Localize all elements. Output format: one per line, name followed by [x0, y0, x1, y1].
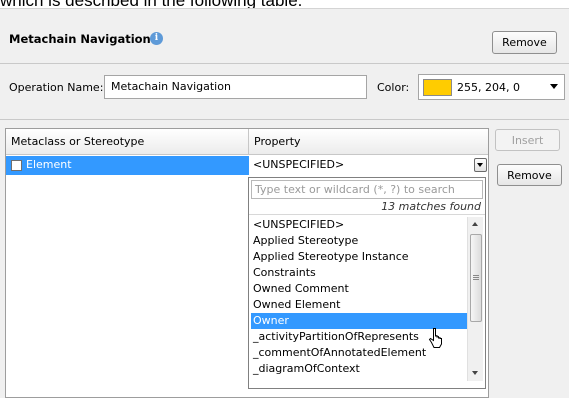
scrollbar-thumb[interactable] — [470, 234, 482, 322]
table-row[interactable]: Element <UNSPECIFIED> — [6, 156, 488, 175]
list-item[interactable]: Constraints — [251, 265, 467, 281]
property-search-input[interactable]: Type text or wildcard (*, ?) to search — [251, 180, 483, 199]
list-item[interactable]: _diagramOfContext — [251, 361, 467, 377]
remove-row-button[interactable]: Remove — [497, 164, 562, 186]
property-list: <UNSPECIFIED> Applied Stereotype Applied… — [251, 217, 485, 381]
list-item[interactable]: <UNSPECIFIED> — [251, 217, 467, 233]
metaclass-cell[interactable]: Element — [6, 156, 249, 175]
list-item[interactable]: Applied Stereotype — [251, 233, 467, 249]
list-item[interactable]: Owned Comment — [251, 281, 467, 297]
list-item[interactable]: Applied Stereotype Instance — [251, 249, 467, 265]
operation-name-label: Operation Name: — [9, 81, 104, 94]
property-dropdown-popup: Type text or wildcard (*, ?) to search 1… — [248, 177, 486, 389]
metaclass-cell-text: Element — [26, 158, 72, 171]
insert-button[interactable]: Insert — [495, 129, 560, 151]
column-header-metaclass[interactable]: Metaclass or Stereotype — [6, 129, 249, 155]
matches-count: 13 matches found — [249, 200, 485, 215]
color-value-text: 255, 204, 0 — [457, 81, 520, 94]
color-swatch — [423, 79, 452, 96]
element-checkbox[interactable] — [11, 160, 22, 171]
property-cell[interactable]: <UNSPECIFIED> — [249, 156, 488, 175]
property-dropdown-button[interactable] — [474, 158, 487, 172]
property-cell-text: <UNSPECIFIED> — [253, 158, 345, 171]
list-scrollbar[interactable] — [467, 217, 483, 381]
operation-name-input[interactable]: Metachain Navigation — [104, 75, 367, 99]
scroll-down-icon[interactable] — [472, 371, 478, 375]
column-header-property[interactable]: Property — [249, 129, 488, 155]
separator — [0, 119, 569, 120]
remove-operation-button[interactable]: Remove — [492, 31, 557, 54]
list-item[interactable]: Owned Element — [251, 297, 467, 313]
separator — [0, 63, 569, 64]
color-picker-combo[interactable]: 255, 204, 0 — [418, 74, 565, 100]
chevron-down-icon[interactable] — [550, 84, 558, 89]
scroll-up-icon[interactable] — [472, 222, 478, 226]
dialog-header: Metachain Navigation i — [0, 18, 569, 58]
info-icon[interactable]: i — [150, 32, 163, 45]
grip-icon — [473, 275, 479, 280]
mouse-pointer-icon — [428, 328, 442, 348]
metachain-navigation-dialog: Metachain Navigation i Remove Operation … — [0, 8, 569, 398]
dialog-title: Metachain Navigation — [9, 32, 151, 46]
color-label: Color: — [377, 81, 410, 94]
